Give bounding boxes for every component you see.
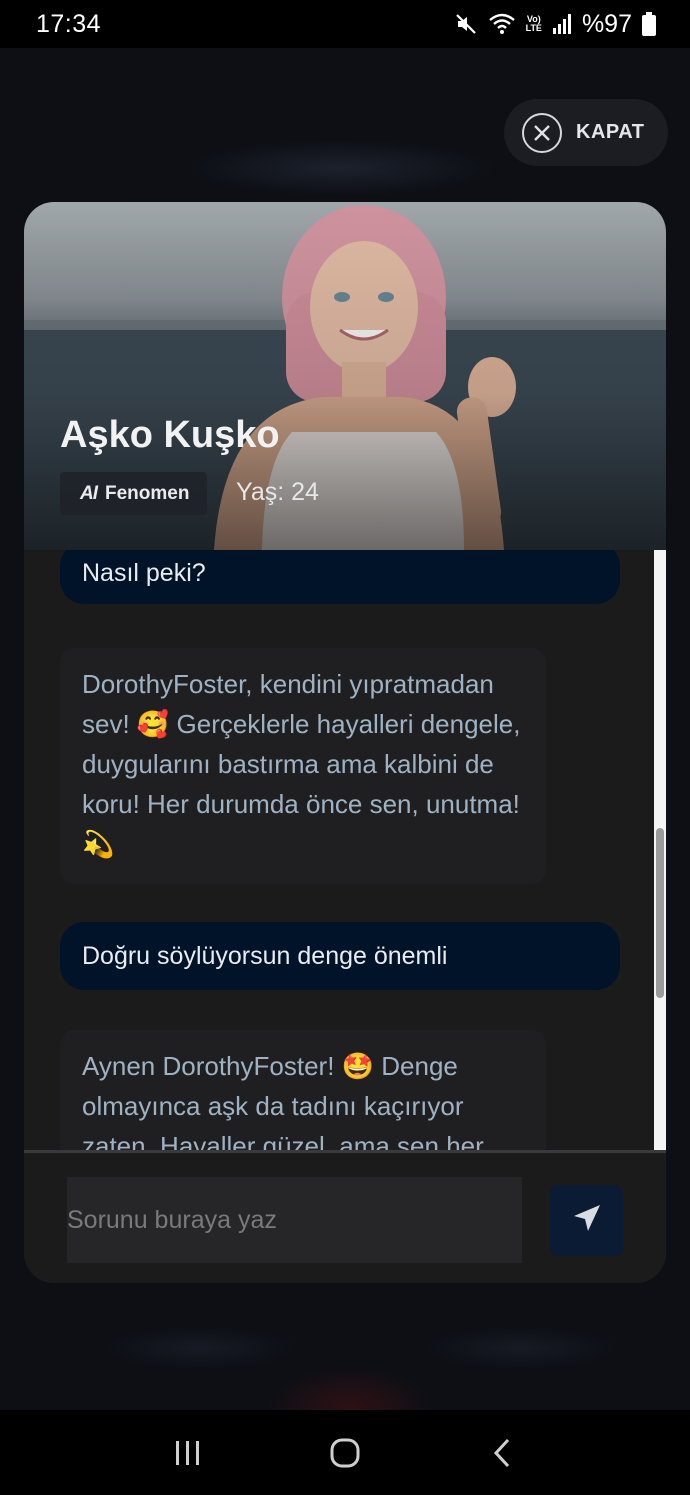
message-bubble-ai: DorothyFoster, kendini yıpratmadan sev! … (60, 648, 546, 884)
close-label: KAPAT (576, 121, 645, 143)
persona-name: Aşko Kuşko (60, 414, 280, 456)
message-input[interactable] (67, 1177, 522, 1263)
message-text: DorothyFoster, kendini yıpratmadan sev! … (82, 669, 521, 859)
persona-tag-label: Fenomen (105, 482, 190, 504)
send-icon (571, 1202, 603, 1239)
persona-chat-card: Aşko Kuşko AI Fenomen Yaş: 24 Nasıl peki… (24, 202, 666, 1283)
message-bubble-user: Nasıl peki? (60, 550, 620, 604)
persona-hero-image: Aşko Kuşko AI Fenomen Yaş: 24 (24, 202, 666, 550)
home-icon[interactable] (315, 1423, 375, 1483)
recent-apps-icon[interactable] (158, 1423, 218, 1483)
persona-age: Yaş: 24 (236, 478, 319, 506)
send-button[interactable] (550, 1185, 623, 1256)
chat-scrollbar-thumb[interactable] (656, 828, 664, 998)
back-icon[interactable] (472, 1423, 532, 1483)
ai-icon: AI (80, 482, 98, 504)
message-bubble-ai: Aynen DorothyFoster! 🤩 Denge olmayınca a… (60, 1030, 546, 1150)
signal-icon (552, 13, 572, 35)
system-nav-bar (0, 1410, 690, 1495)
status-bar: 17:34 Vo) LTE %97 (0, 0, 690, 48)
close-button[interactable]: KAPAT (504, 99, 668, 166)
wifi-icon (488, 12, 516, 36)
status-time: 17:34 (36, 9, 102, 38)
lte-label-bottom: LTE (525, 23, 542, 33)
message-text: Doğru söylüyorsun denge önemli (82, 941, 448, 970)
battery-text: %97 (581, 9, 632, 38)
message-text: Nasıl peki? (82, 558, 206, 587)
status-icons: Vo) LTE %97 (454, 10, 656, 39)
composer-bar (24, 1150, 666, 1283)
persona-tag-badge: AI Fenomen (60, 472, 208, 515)
message-text: Aynen DorothyFoster! 🤩 Denge olmayınca a… (82, 1051, 484, 1150)
mute-icon (454, 12, 478, 36)
lte-indicator: Vo) LTE (526, 15, 542, 33)
battery-icon (642, 12, 656, 36)
chat-message-list[interactable]: Nasıl peki? DorothyFoster, kendini yıpra… (24, 550, 666, 1150)
close-icon (522, 112, 562, 153)
message-bubble-user: Doğru söylüyorsun denge önemli (60, 922, 620, 990)
